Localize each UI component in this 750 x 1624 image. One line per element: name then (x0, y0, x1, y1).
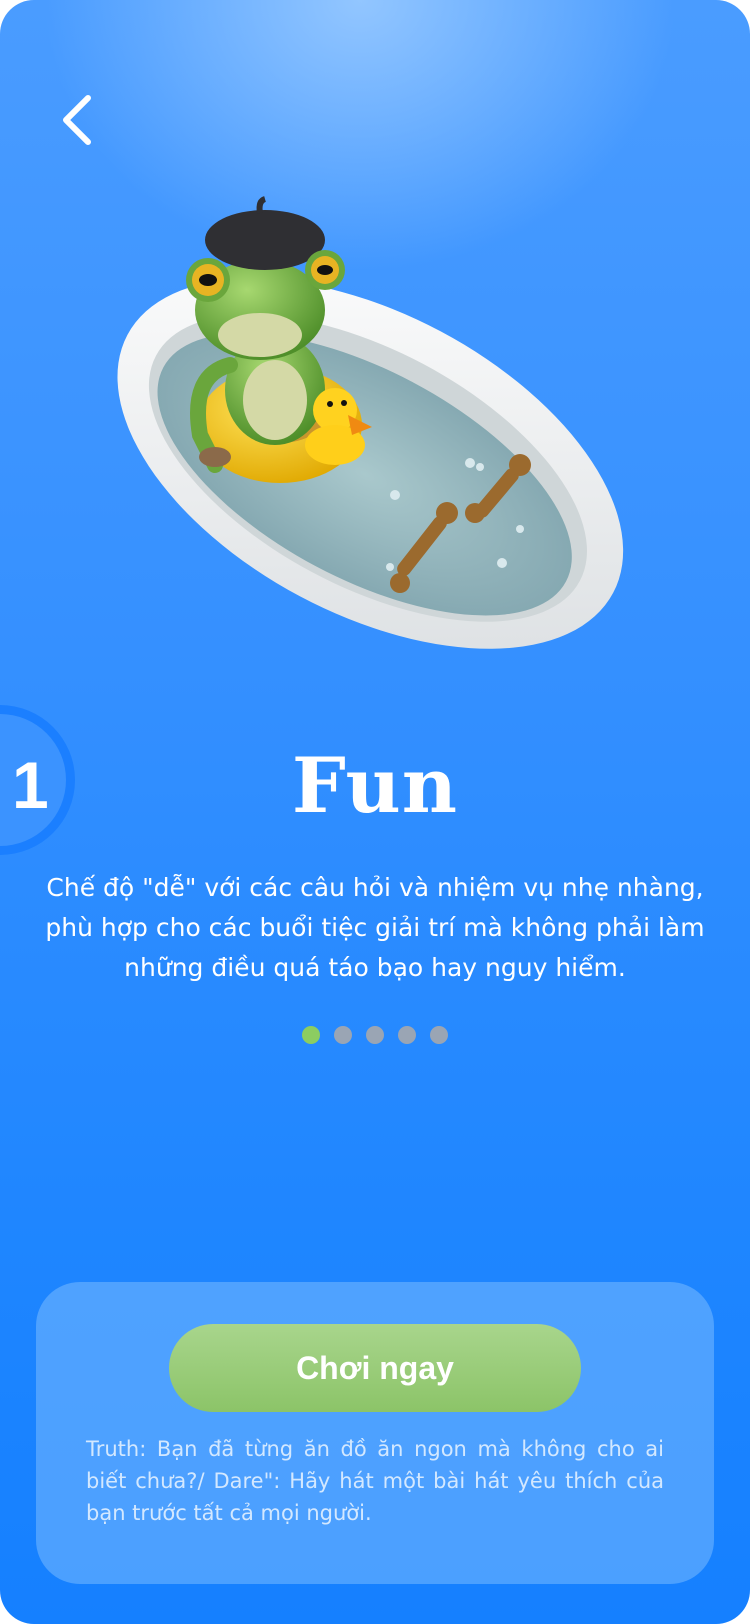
frog-bathtub-illustration (117, 196, 624, 649)
pagination-dot[interactable] (302, 1026, 320, 1044)
example-hint-text: Truth: Bạn đã từng ăn đồ ăn ngon mà khôn… (86, 1437, 664, 1525)
back-button[interactable] (58, 92, 98, 148)
mode-title: Fun (291, 741, 459, 830)
pagination-dot[interactable] (334, 1026, 352, 1044)
mode-detail-screen: 1 Fun Chế độ "dễ" với các câu hỏi và nhi… (0, 0, 750, 1624)
chevron-left-icon (63, 95, 91, 145)
mode-description: Chế độ "dễ" với các câu hỏi và nhiệm vụ … (45, 873, 705, 982)
pagination-dot[interactable] (398, 1026, 416, 1044)
pagination-dot[interactable] (430, 1026, 448, 1044)
play-now-button[interactable]: Chơi ngay (169, 1324, 581, 1412)
pagination-dot[interactable] (366, 1026, 384, 1044)
pagination-dots (0, 1026, 750, 1044)
